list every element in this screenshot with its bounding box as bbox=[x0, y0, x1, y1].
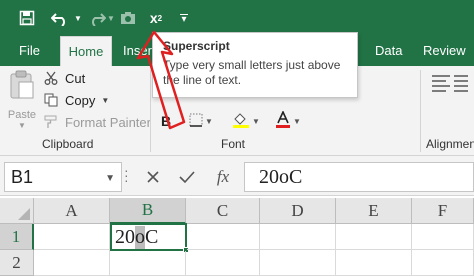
undo-icon[interactable] bbox=[48, 6, 72, 30]
format-painter-icon bbox=[42, 115, 60, 129]
redo-dropdown-icon[interactable]: ▼ bbox=[106, 6, 116, 30]
bold-icon: B bbox=[160, 113, 172, 129]
cell-f2[interactable] bbox=[412, 250, 474, 276]
ribbon-separator bbox=[420, 70, 421, 152]
alignment-group-label: Alignment bbox=[426, 137, 474, 151]
row-header[interactable]: 1 bbox=[0, 224, 34, 250]
cell-a2[interactable] bbox=[34, 250, 110, 276]
cell-b2[interactable] bbox=[110, 251, 186, 276]
cell-d2[interactable] bbox=[260, 250, 336, 276]
name-box-value: B1 bbox=[11, 166, 34, 187]
border-dropdown-icon[interactable]: ▼ bbox=[205, 117, 213, 126]
save-icon[interactable] bbox=[16, 6, 38, 30]
format-painter-label: Format Painter bbox=[65, 114, 151, 130]
cell-b1[interactable]: 20 o C bbox=[110, 223, 187, 251]
cell-b1-text: 20 bbox=[115, 225, 135, 248]
fill-color-dropdown-icon[interactable]: ▼ bbox=[252, 117, 260, 126]
cell-c1[interactable] bbox=[187, 224, 260, 250]
enter-icon[interactable] bbox=[172, 162, 202, 192]
font-color-dropdown-icon[interactable]: ▼ bbox=[293, 117, 301, 126]
formula-bar: B1 ▼ · · · fx 20oC bbox=[0, 156, 474, 196]
tab-home[interactable]: Home bbox=[60, 36, 112, 66]
cell-e2[interactable] bbox=[336, 250, 412, 276]
copy-button[interactable]: Copy ▼ bbox=[42, 91, 109, 109]
fill-color-icon bbox=[232, 111, 250, 132]
column-header[interactable]: E bbox=[336, 198, 412, 224]
function-icon[interactable]: fx bbox=[208, 162, 238, 192]
cell-e1[interactable] bbox=[336, 224, 412, 250]
cell-b1-text-end: C bbox=[145, 225, 159, 248]
quick-access-toolbar: ▼ ▼ x2 ▾ bbox=[0, 0, 474, 36]
cut-button[interactable]: Cut bbox=[42, 69, 85, 87]
resize-handle-icon[interactable]: · · · bbox=[124, 163, 132, 187]
superscript-icon[interactable]: x2 bbox=[145, 6, 167, 30]
cell-c2[interactable] bbox=[186, 250, 260, 276]
bold-button[interactable]: B bbox=[156, 110, 176, 132]
paste-dropdown-icon[interactable]: ▼ bbox=[18, 121, 26, 130]
alignment-buttons bbox=[430, 72, 470, 107]
format-painter-button[interactable]: Format Painter bbox=[42, 113, 151, 131]
column-header[interactable]: D bbox=[260, 198, 336, 224]
ribbon-separator bbox=[150, 70, 151, 152]
formula-input[interactable]: 20oC bbox=[244, 162, 474, 192]
column-header[interactable]: B bbox=[110, 198, 186, 224]
align-top-icon[interactable] bbox=[430, 72, 470, 107]
row-header[interactable]: 2 bbox=[0, 250, 34, 276]
superscript-tooltip: Superscript Type very small letters just… bbox=[152, 32, 358, 98]
cell-d1[interactable] bbox=[260, 224, 336, 250]
undo-dropdown-icon[interactable]: ▼ bbox=[72, 6, 84, 30]
tab-data[interactable]: Data bbox=[366, 36, 411, 66]
name-box[interactable]: B1 ▼ bbox=[4, 162, 122, 192]
font-format-row: B ▼ ▼ ▼ bbox=[156, 109, 306, 132]
cut-label: Cut bbox=[65, 70, 86, 86]
font-color-icon bbox=[275, 109, 291, 132]
customize-toolbar-icon[interactable]: ▾ bbox=[176, 6, 192, 30]
border-icon bbox=[189, 113, 203, 130]
border-button[interactable]: ▼ bbox=[184, 110, 218, 132]
copy-label: Copy bbox=[65, 92, 96, 108]
font-group-label: Font bbox=[221, 137, 246, 151]
tab-file[interactable]: File bbox=[10, 36, 49, 66]
cancel-icon[interactable] bbox=[138, 162, 168, 192]
copy-dropdown-icon[interactable]: ▼ bbox=[101, 96, 109, 105]
cell-a1[interactable] bbox=[34, 224, 110, 250]
cut-icon bbox=[42, 71, 60, 85]
fill-color-button[interactable]: ▼ bbox=[228, 110, 264, 132]
worksheet-grid: A B C D E F 1 2 20 o C bbox=[0, 196, 474, 276]
font-color-button[interactable]: ▼ bbox=[270, 109, 306, 132]
redo-icon[interactable] bbox=[86, 6, 108, 30]
column-header[interactable]: F bbox=[412, 198, 474, 224]
copy-icon bbox=[42, 93, 60, 107]
camera-icon[interactable] bbox=[118, 6, 138, 30]
paste-icon bbox=[9, 70, 35, 105]
tooltip-body: Type very small letters just above the l… bbox=[163, 58, 341, 87]
name-box-dropdown-icon[interactable]: ▼ bbox=[105, 173, 115, 184]
select-all-button[interactable] bbox=[0, 198, 34, 224]
tab-review[interactable]: Review bbox=[414, 36, 474, 66]
column-header[interactable]: A bbox=[34, 198, 110, 224]
column-header[interactable]: C bbox=[186, 198, 260, 224]
paste-button[interactable]: Paste ▼ bbox=[6, 70, 38, 136]
paste-label: Paste bbox=[7, 109, 37, 121]
clipboard-group-label: Clipboard bbox=[42, 137, 94, 151]
tooltip-title: Superscript bbox=[163, 39, 230, 53]
cell-f1[interactable] bbox=[412, 224, 474, 250]
cell-b1-selected-text: o bbox=[135, 225, 145, 249]
